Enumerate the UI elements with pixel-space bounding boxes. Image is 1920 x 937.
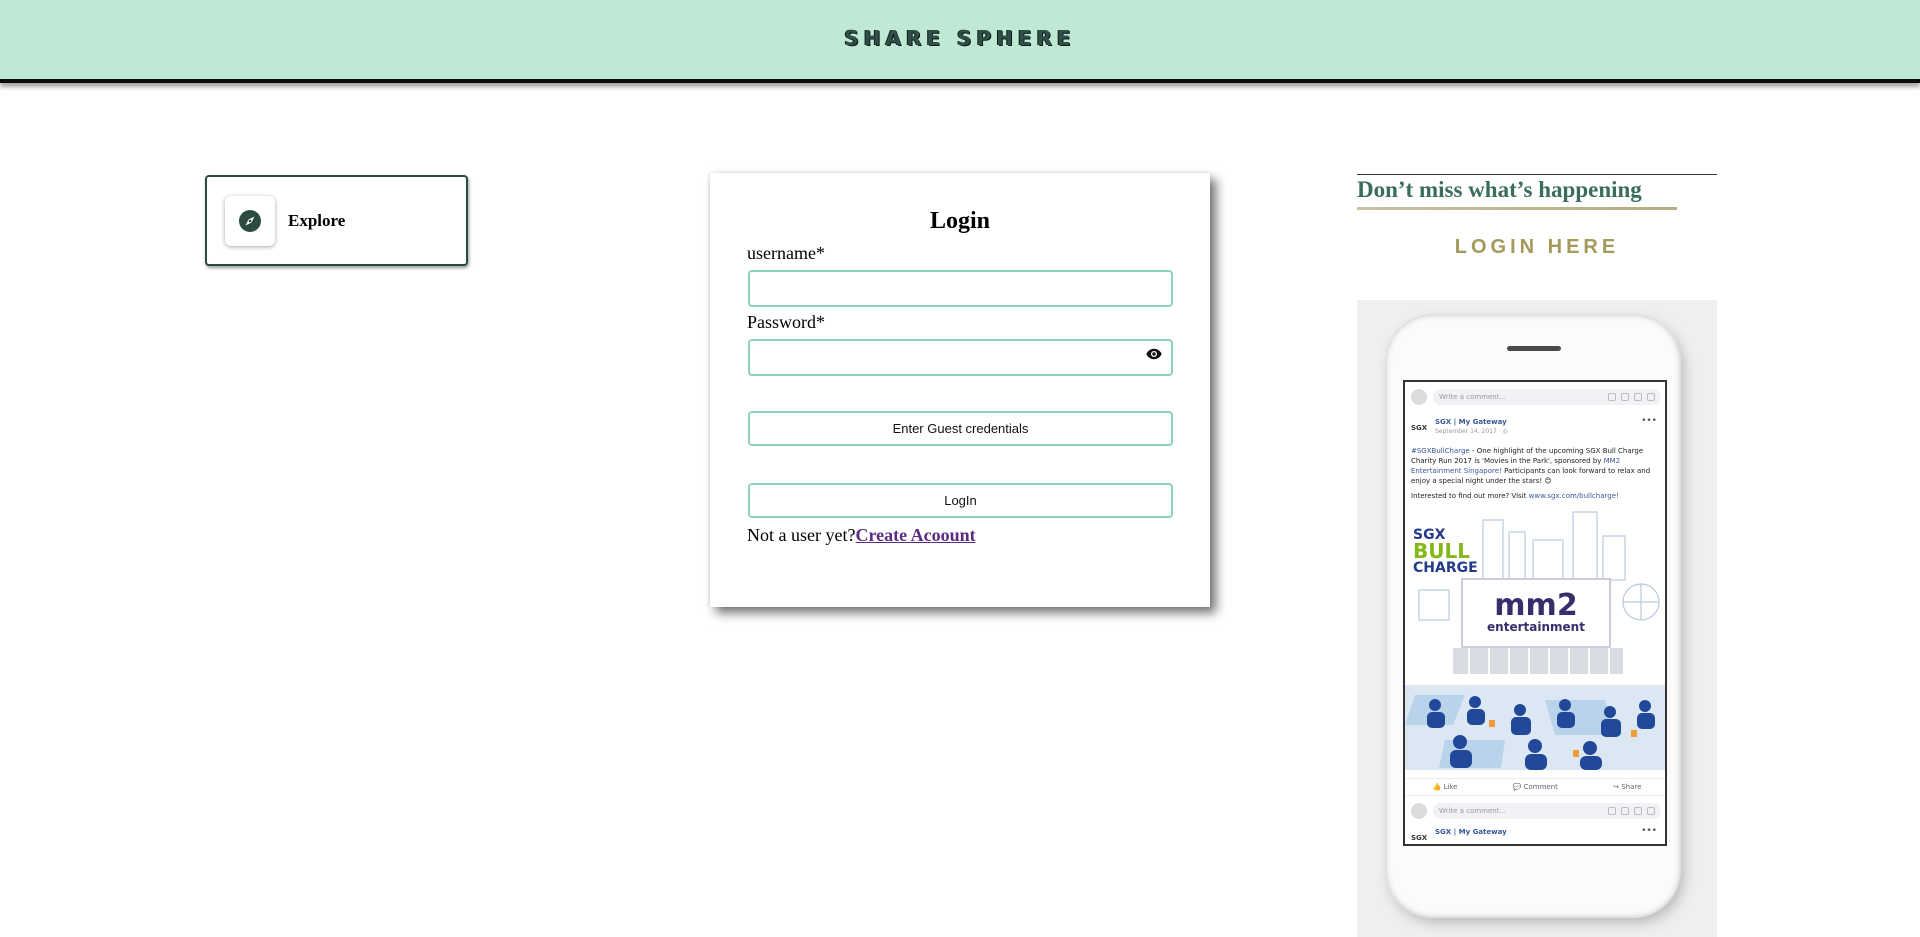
login-title: Login [929, 208, 991, 234]
username-label: username* [747, 243, 825, 263]
username-input[interactable] [748, 270, 1173, 307]
post-page-name-2: SGX | My Gateway [1435, 828, 1507, 836]
mm2-sub: entertainment [1487, 620, 1585, 634]
comment-icons-2 [1608, 807, 1655, 815]
app-brand: SHARE SPHERE [844, 25, 1076, 50]
eye-icon[interactable] [1146, 348, 1162, 360]
divider-line [1357, 174, 1717, 175]
post-visit-link: www.sgx.com/bullcharge! [1528, 492, 1619, 500]
comment-label: Comment [1523, 783, 1558, 791]
share-label: Share [1621, 783, 1642, 791]
art-charge: CHARGE [1413, 560, 1478, 576]
post-header-2: SGX SGX | My Gateway [1411, 828, 1507, 842]
comment-bar-2: Write a comment... [1411, 802, 1661, 820]
phone-preview-image: Write a comment... SGX SGX | My Gateway … [1357, 300, 1717, 937]
phone-screen: Write a comment... SGX SGX | My Gateway … [1403, 380, 1667, 846]
sticker-icon [1647, 393, 1655, 401]
more-options-icon: ••• [1641, 416, 1657, 426]
explore-icon-box [225, 195, 275, 246]
gif-icon [1634, 393, 1642, 401]
sgx-bull-charge-logo: SGX BULL CHARGE [1413, 528, 1478, 575]
compass-icon [239, 209, 261, 232]
post-text: #SGXBullCharge - One highlight of the up… [1411, 446, 1661, 486]
camera-icon [1621, 807, 1629, 815]
login-here-link[interactable]: LOGIN HERE [1357, 236, 1717, 259]
like-action: 👍 Like [1432, 783, 1458, 791]
comment-field: Write a comment... [1433, 389, 1661, 405]
post-action-bar: 👍 Like 💬 Comment ↪ Share [1405, 778, 1665, 796]
comment-action: 💬 Comment [1512, 783, 1558, 791]
comment-field-2: Write a comment... [1433, 803, 1661, 819]
password-label: Password* [747, 312, 826, 332]
login-button[interactable]: LogIn [748, 483, 1173, 518]
phone-speaker [1507, 346, 1561, 351]
headline-underline [1357, 207, 1677, 210]
explore-nav-button[interactable]: Explore [205, 175, 468, 266]
like-label: Like [1443, 783, 1458, 791]
signup-row: Not a user yet?Create Acoount [747, 525, 976, 546]
post-header: SGX SGX | My Gateway September 14, 2017 … [1411, 418, 1508, 435]
comment-bar: Write a comment... [1411, 388, 1661, 406]
art-bull: BULL [1413, 539, 1470, 563]
right-promo-column: Don’t miss what’s happening LOGIN HERE [1357, 174, 1717, 259]
share-action: ↪ Share [1613, 783, 1642, 791]
post-page-logo-2: SGX [1411, 834, 1428, 842]
comment-icons [1608, 393, 1655, 401]
post-visit: Interested to find out more? Visit www.s… [1411, 492, 1619, 500]
promo-headline: Don’t miss what’s happening [1357, 177, 1642, 202]
top-header: SHARE SPHERE [0, 0, 1920, 83]
post-page-name: SGX | My Gateway [1435, 418, 1507, 426]
post-illustration: SGX BULL CHARGE mm2 entertainment [1405, 510, 1665, 770]
post-visit-text: Interested to find out more? Visit [1411, 492, 1529, 500]
avatar [1411, 803, 1427, 819]
login-form-card: Login username* Password* Enter Guest cr… [710, 173, 1210, 607]
guest-credentials-button[interactable]: Enter Guest credentials [748, 411, 1173, 446]
camera-icon [1621, 393, 1629, 401]
emoji-icon [1608, 393, 1616, 401]
emoji-icon [1608, 807, 1616, 815]
create-account-link[interactable]: Create Acoount [855, 525, 975, 545]
signup-prompt: Not a user yet? [747, 525, 856, 545]
gif-icon [1634, 807, 1642, 815]
comment-placeholder: Write a comment... [1439, 393, 1507, 401]
post-hashtag: #SGXBullCharge [1411, 447, 1470, 455]
mm2-logo: mm2 [1494, 588, 1578, 623]
sticker-icon [1647, 807, 1655, 815]
phone-mockup: Write a comment... SGX SGX | My Gateway … [1387, 316, 1679, 916]
avatar [1411, 389, 1427, 405]
post-page-logo: SGX [1411, 424, 1428, 432]
explore-label: Explore [288, 210, 346, 230]
more-options-icon-2: ••• [1641, 826, 1657, 836]
mm2-screen: mm2 entertainment [1461, 578, 1611, 648]
password-input[interactable] [748, 339, 1173, 376]
post-date: September 14, 2017 · ◎ [1435, 428, 1508, 435]
comment-placeholder-2: Write a comment... [1439, 807, 1507, 815]
